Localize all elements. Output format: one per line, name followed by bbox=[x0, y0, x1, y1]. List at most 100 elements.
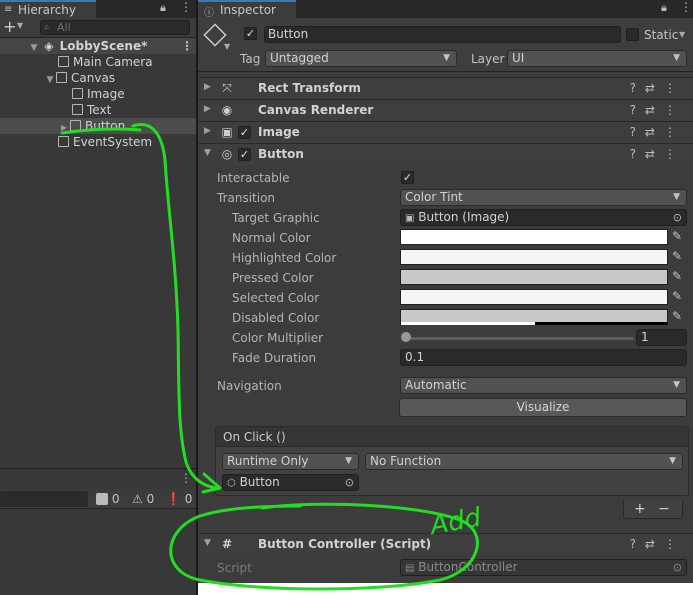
object-picker-icon: ⊙ bbox=[672, 561, 682, 574]
highlighted-color-swatch[interactable] bbox=[400, 249, 668, 265]
interactable-checkbox[interactable]: ✓ bbox=[401, 171, 414, 184]
item-label: EventSystem bbox=[73, 135, 153, 149]
more-menu-icon[interactable]: ⋮ bbox=[180, 0, 192, 14]
remove-event-button[interactable]: − bbox=[658, 501, 670, 517]
tag-label: Tag bbox=[240, 52, 261, 66]
inspector-tab[interactable]: ⓘ Inspector bbox=[198, 0, 296, 19]
static-dropdown-arrow-icon[interactable]: ▼ bbox=[679, 30, 685, 39]
list-item[interactable]: ▼ Canvas bbox=[44, 70, 116, 88]
warning-icon: ⚠ bbox=[132, 492, 143, 506]
color-multiplier-slider-track[interactable] bbox=[404, 337, 634, 340]
gameobject-icon bbox=[58, 136, 69, 147]
eyedropper-icon[interactable]: ✎ bbox=[672, 309, 682, 323]
scene-row[interactable]: ▼ ◈ LobbyScene* ⋮ bbox=[0, 38, 196, 54]
layer-label: Layer bbox=[471, 52, 505, 66]
highlighted-color-label: Highlighted Color bbox=[232, 251, 337, 265]
collapsed-icon[interactable]: ▶ bbox=[204, 82, 211, 92]
log-count: 0 bbox=[111, 492, 120, 506]
target-graphic-value: Button (Image) bbox=[418, 210, 510, 224]
function-dropdown[interactable]: No Function ▼ bbox=[365, 453, 683, 470]
expand-icon[interactable]: ▼ bbox=[44, 72, 56, 88]
expanded-icon[interactable]: ▼ bbox=[204, 148, 211, 158]
lock-icon[interactable]: 🔒︎ bbox=[160, 1, 166, 15]
transition-label: Transition bbox=[217, 191, 276, 205]
collapsed-icon[interactable]: ▶ bbox=[204, 126, 211, 136]
eyedropper-icon[interactable]: ✎ bbox=[672, 229, 682, 243]
scene-menu-icon[interactable]: ⋮ bbox=[181, 38, 193, 54]
component-button-controller[interactable]: ▼ # Button Controller (Script) ?⇄⋮ bbox=[198, 533, 693, 555]
fade-duration-input[interactable]: 0.1 bbox=[400, 349, 687, 366]
item-label: Text bbox=[87, 103, 112, 117]
component-enabled-checkbox[interactable]: ✓ bbox=[238, 148, 251, 161]
gameobject-icon bbox=[56, 72, 67, 83]
chevron-down-icon: ▼ bbox=[673, 380, 680, 390]
disabled-color-swatch[interactable] bbox=[400, 309, 668, 325]
warning-count-toggle[interactable]: ⚠ 0 bbox=[132, 491, 154, 507]
tag-dropdown[interactable]: Untagged ▼ bbox=[265, 50, 457, 67]
target-object-field[interactable]: ⬡ Button ⊙ bbox=[222, 474, 359, 491]
navigation-dropdown[interactable]: Automatic ▼ bbox=[400, 377, 687, 394]
target-graphic-field[interactable]: ▣ Button (Image) ⊙ bbox=[400, 209, 687, 226]
component-canvas-renderer[interactable]: ▶ ◉ Canvas Renderer ?⇄⋮ bbox=[198, 99, 693, 121]
color-multiplier-slider-handle[interactable] bbox=[401, 332, 411, 342]
icon-dropdown-arrow-icon[interactable]: ▼ bbox=[224, 42, 230, 51]
gameobject-icon bbox=[72, 104, 83, 115]
component-header-icons[interactable]: ?⇄⋮ bbox=[630, 103, 685, 117]
log-count-toggle[interactable]: 0 bbox=[96, 491, 119, 507]
pressed-color-swatch[interactable] bbox=[400, 269, 668, 285]
normal-color-swatch[interactable] bbox=[400, 229, 668, 245]
error-count-toggle[interactable]: ❗ 0 bbox=[166, 491, 192, 507]
object-picker-icon[interactable]: ⊙ bbox=[673, 210, 682, 225]
layer-value: UI bbox=[512, 51, 525, 65]
info-icon: ⓘ bbox=[204, 8, 214, 19]
fade-duration-label: Fade Duration bbox=[232, 351, 317, 365]
expanded-icon[interactable]: ▼ bbox=[204, 538, 211, 548]
console-menu-icon[interactable]: ⋮ bbox=[180, 471, 192, 485]
hierarchy-search-input[interactable]: ⌕ All bbox=[40, 20, 190, 35]
eyedropper-icon[interactable]: ✎ bbox=[672, 269, 682, 283]
layer-dropdown[interactable]: UI ▼ bbox=[507, 50, 687, 67]
list-item[interactable]: Main Camera bbox=[58, 54, 153, 70]
selected-color-swatch[interactable] bbox=[400, 289, 668, 305]
component-header-icons[interactable]: ?⇄⋮ bbox=[630, 81, 685, 95]
eyedropper-icon[interactable]: ✎ bbox=[672, 249, 682, 263]
component-button[interactable]: ▼ ◎ ✓ Button ?⇄⋮ bbox=[198, 143, 693, 165]
visualize-button[interactable]: Visualize bbox=[399, 398, 687, 417]
component-header-icons[interactable]: ?⇄⋮ bbox=[630, 147, 685, 161]
list-item[interactable]: EventSystem bbox=[58, 134, 152, 150]
item-label: Canvas bbox=[71, 71, 116, 85]
hierarchy-tab[interactable]: ≡ Hierarchy bbox=[0, 0, 96, 18]
lock-icon[interactable]: 🔒︎ bbox=[661, 1, 667, 15]
expand-icon[interactable]: ▼ bbox=[28, 40, 40, 56]
object-picker-icon[interactable]: ⊙ bbox=[345, 475, 354, 490]
static-label: Static bbox=[644, 28, 679, 42]
chevron-down-icon: ▼ bbox=[673, 192, 680, 202]
component-header-icons[interactable]: ?⇄⋮ bbox=[630, 125, 685, 139]
eyedropper-icon[interactable]: ✎ bbox=[672, 289, 682, 303]
script-label: Script bbox=[217, 561, 252, 575]
component-header-icons[interactable]: ?⇄⋮ bbox=[630, 537, 685, 551]
collapsed-icon[interactable]: ▶ bbox=[204, 104, 211, 114]
list-item-selected[interactable]: ▶ Button bbox=[0, 118, 196, 134]
component-enabled-checkbox[interactable]: ✓ bbox=[238, 126, 251, 139]
gameobject-icon bbox=[58, 56, 69, 67]
color-multiplier-input[interactable]: 1 bbox=[636, 329, 687, 346]
add-event-button[interactable]: + bbox=[634, 501, 646, 517]
object-name-input[interactable]: Button bbox=[264, 26, 621, 43]
add-button[interactable]: + bbox=[3, 18, 16, 36]
list-item[interactable]: Text bbox=[72, 102, 111, 118]
component-rect-transform[interactable]: ▶ ⤧ Rect Transform ?⇄⋮ bbox=[198, 77, 693, 99]
component-image[interactable]: ▶ ▣ ✓ Image ?⇄⋮ bbox=[198, 121, 693, 143]
console-search-input[interactable] bbox=[0, 491, 88, 507]
target-object-value: Button bbox=[239, 475, 280, 489]
navigation-label: Navigation bbox=[217, 379, 282, 393]
more-menu-icon[interactable]: ⋮ bbox=[680, 0, 692, 14]
list-item[interactable]: Image bbox=[72, 86, 125, 102]
transition-dropdown[interactable]: Color Tint ▼ bbox=[400, 189, 687, 206]
inspector-tab-label: Inspector bbox=[220, 3, 276, 17]
active-checkbox[interactable]: ✓ bbox=[244, 27, 257, 40]
chevron-down-icon: ▼ bbox=[673, 53, 680, 63]
static-checkbox[interactable] bbox=[626, 28, 639, 41]
runtime-dropdown[interactable]: Runtime Only ▼ bbox=[222, 453, 359, 470]
add-dropdown-arrow-icon[interactable]: ▼ bbox=[17, 21, 23, 30]
